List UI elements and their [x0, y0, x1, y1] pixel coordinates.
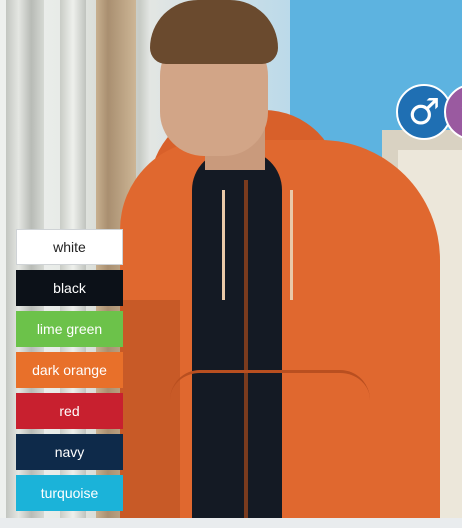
color-swatch-white[interactable]: white: [16, 229, 123, 265]
bottom-strip: [0, 518, 462, 528]
drawstring: [222, 190, 225, 300]
zipper: [244, 180, 248, 520]
color-swatch-turquoise[interactable]: turquoise: [16, 475, 123, 511]
drawstring: [290, 190, 293, 300]
color-swatch-black[interactable]: black: [16, 270, 123, 306]
model-hair: [150, 0, 278, 64]
product-image: ♂ ♀ whiteblacklime greendark orangeredna…: [0, 0, 462, 528]
color-swatch-red[interactable]: red: [16, 393, 123, 429]
kangaroo-pocket: [170, 370, 370, 463]
color-swatch-navy[interactable]: navy: [16, 434, 123, 470]
color-swatch-list: white black lime green dark orange red navy tu…: [16, 229, 123, 516]
color-swatch-dark-orange[interactable]: dark orange: [16, 352, 123, 388]
color-swatch-lime-green[interactable]: lime green: [16, 311, 123, 347]
black-tshirt: [192, 150, 282, 520]
